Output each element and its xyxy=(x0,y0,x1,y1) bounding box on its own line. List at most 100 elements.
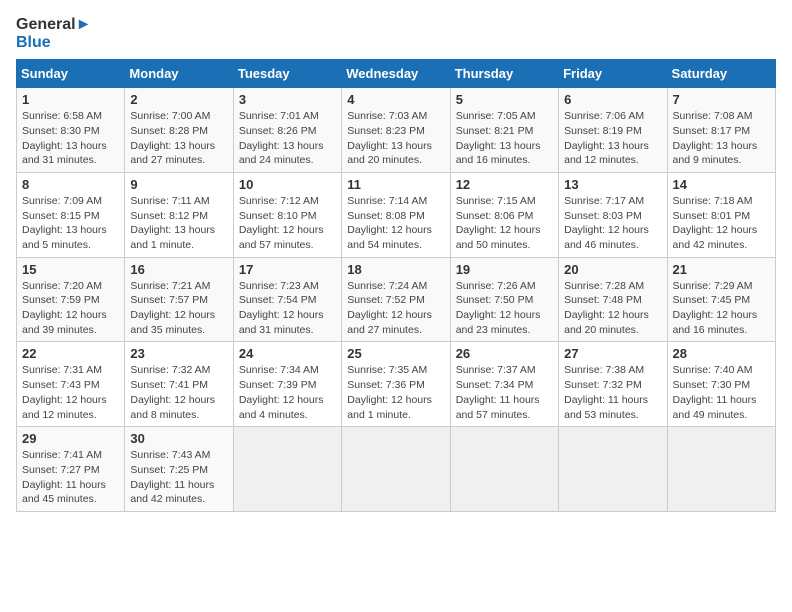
day-number: 26 xyxy=(456,346,553,361)
calendar-cell: 7 Sunrise: 7:08 AMSunset: 8:17 PMDaylight… xyxy=(667,88,775,173)
calendar-cell: 29 Sunrise: 7:41 AMSunset: 7:27 PMDayligh… xyxy=(17,427,125,512)
calendar-header-row: SundayMondayTuesdayWednesdayThursdayFrid… xyxy=(17,60,776,88)
day-number: 5 xyxy=(456,92,553,107)
day-info: Sunrise: 7:35 AMSunset: 7:36 PMDaylight:… xyxy=(347,363,444,422)
day-info: Sunrise: 7:15 AMSunset: 8:06 PMDaylight:… xyxy=(456,194,553,253)
calendar-cell: 8 Sunrise: 7:09 AMSunset: 8:15 PMDaylight… xyxy=(17,172,125,257)
calendar-cell: 26 Sunrise: 7:37 AMSunset: 7:34 PMDayligh… xyxy=(450,342,558,427)
header-monday: Monday xyxy=(125,60,233,88)
calendar-cell: 11 Sunrise: 7:14 AMSunset: 8:08 PMDayligh… xyxy=(342,172,450,257)
calendar-cell xyxy=(342,427,450,512)
day-info: Sunrise: 7:24 AMSunset: 7:52 PMDaylight:… xyxy=(347,279,444,338)
header-wednesday: Wednesday xyxy=(342,60,450,88)
day-number: 18 xyxy=(347,262,444,277)
calendar-cell: 21Sunrise: 7:29 AMSunset: 7:45 PMDayligh… xyxy=(667,257,775,342)
calendar-cell: 25 Sunrise: 7:35 AMSunset: 7:36 PMDayligh… xyxy=(342,342,450,427)
day-info: Sunrise: 7:08 AMSunset: 8:17 PMDaylight:… xyxy=(673,109,770,168)
calendar-cell: 9 Sunrise: 7:11 AMSunset: 8:12 PMDaylight… xyxy=(125,172,233,257)
day-info: Sunrise: 7:03 AMSunset: 8:23 PMDaylight:… xyxy=(347,109,444,168)
day-number: 1 xyxy=(22,92,119,107)
day-number: 2 xyxy=(130,92,227,107)
day-info: Sunrise: 7:20 AMSunset: 7:59 PMDaylight:… xyxy=(22,279,119,338)
calendar-cell: 17 Sunrise: 7:23 AMSunset: 7:54 PMDayligh… xyxy=(233,257,341,342)
day-number: 11 xyxy=(347,177,444,192)
day-info: Sunrise: 7:32 AMSunset: 7:41 PMDaylight:… xyxy=(130,363,227,422)
header-saturday: Saturday xyxy=(667,60,775,88)
page-header: General► Blue xyxy=(16,16,776,51)
day-number: 25 xyxy=(347,346,444,361)
day-number: 28 xyxy=(673,346,770,361)
day-info: Sunrise: 7:41 AMSunset: 7:27 PMDaylight:… xyxy=(22,448,119,507)
day-info: Sunrise: 7:06 AMSunset: 8:19 PMDaylight:… xyxy=(564,109,661,168)
calendar-cell: 15 Sunrise: 7:20 AMSunset: 7:59 PMDayligh… xyxy=(17,257,125,342)
calendar-cell: 4Sunrise: 7:03 AMSunset: 8:23 PMDaylight… xyxy=(342,88,450,173)
calendar-cell: 3 Sunrise: 7:01 AMSunset: 8:26 PMDaylight… xyxy=(233,88,341,173)
day-number: 24 xyxy=(239,346,336,361)
calendar-cell: 18 Sunrise: 7:24 AMSunset: 7:52 PMDayligh… xyxy=(342,257,450,342)
day-info: Sunrise: 7:11 AMSunset: 8:12 PMDaylight:… xyxy=(130,194,227,253)
calendar-cell: 23 Sunrise: 7:32 AMSunset: 7:41 PMDayligh… xyxy=(125,342,233,427)
day-number: 8 xyxy=(22,177,119,192)
day-info: Sunrise: 6:58 AMSunset: 8:30 PMDaylight:… xyxy=(22,109,119,168)
day-number: 9 xyxy=(130,177,227,192)
calendar-cell: 1 Sunrise: 6:58 AMSunset: 8:30 PMDaylight… xyxy=(17,88,125,173)
calendar-cell: 12 Sunrise: 7:15 AMSunset: 8:06 PMDayligh… xyxy=(450,172,558,257)
calendar-cell: 20 Sunrise: 7:28 AMSunset: 7:48 PMDayligh… xyxy=(559,257,667,342)
calendar-cell: 6 Sunrise: 7:06 AMSunset: 8:19 PMDaylight… xyxy=(559,88,667,173)
day-number: 15 xyxy=(22,262,119,277)
day-info: Sunrise: 7:31 AMSunset: 7:43 PMDaylight:… xyxy=(22,363,119,422)
day-number: 17 xyxy=(239,262,336,277)
calendar-cell: 22 Sunrise: 7:31 AMSunset: 7:43 PMDayligh… xyxy=(17,342,125,427)
calendar-cell xyxy=(559,427,667,512)
header-friday: Friday xyxy=(559,60,667,88)
week-row-3: 15 Sunrise: 7:20 AMSunset: 7:59 PMDayligh… xyxy=(17,257,776,342)
calendar-cell xyxy=(450,427,558,512)
day-number: 3 xyxy=(239,92,336,107)
logo: General► Blue xyxy=(16,16,91,51)
day-info: Sunrise: 7:17 AMSunset: 8:03 PMDaylight:… xyxy=(564,194,661,253)
calendar-cell: 24 Sunrise: 7:34 AMSunset: 7:39 PMDayligh… xyxy=(233,342,341,427)
calendar-cell: 19Sunrise: 7:26 AMSunset: 7:50 PMDayligh… xyxy=(450,257,558,342)
day-number: 22 xyxy=(22,346,119,361)
day-number: 29 xyxy=(22,431,119,446)
day-number: 30 xyxy=(130,431,227,446)
calendar-table: SundayMondayTuesdayWednesdayThursdayFrid… xyxy=(16,59,776,512)
day-number: 14 xyxy=(673,177,770,192)
calendar-cell: 14 Sunrise: 7:18 AMSunset: 8:01 PMDayligh… xyxy=(667,172,775,257)
day-info: Sunrise: 7:12 AMSunset: 8:10 PMDaylight:… xyxy=(239,194,336,253)
week-row-1: 1 Sunrise: 6:58 AMSunset: 8:30 PMDaylight… xyxy=(17,88,776,173)
day-number: 23 xyxy=(130,346,227,361)
header-sunday: Sunday xyxy=(17,60,125,88)
day-info: Sunrise: 7:21 AMSunset: 7:57 PMDaylight:… xyxy=(130,279,227,338)
day-info: Sunrise: 7:14 AMSunset: 8:08 PMDaylight:… xyxy=(347,194,444,253)
day-info: Sunrise: 7:05 AMSunset: 8:21 PMDaylight:… xyxy=(456,109,553,168)
day-info: Sunrise: 7:37 AMSunset: 7:34 PMDaylight:… xyxy=(456,363,553,422)
day-info: Sunrise: 7:09 AMSunset: 8:15 PMDaylight:… xyxy=(22,194,119,253)
day-info: Sunrise: 7:43 AMSunset: 7:25 PMDaylight:… xyxy=(130,448,227,507)
day-number: 13 xyxy=(564,177,661,192)
day-info: Sunrise: 7:29 AMSunset: 7:45 PMDaylight:… xyxy=(673,279,770,338)
calendar-cell: 5 Sunrise: 7:05 AMSunset: 8:21 PMDaylight… xyxy=(450,88,558,173)
header-tuesday: Tuesday xyxy=(233,60,341,88)
day-info: Sunrise: 7:01 AMSunset: 8:26 PMDaylight:… xyxy=(239,109,336,168)
calendar-cell: 16 Sunrise: 7:21 AMSunset: 7:57 PMDayligh… xyxy=(125,257,233,342)
day-info: Sunrise: 7:40 AMSunset: 7:30 PMDaylight:… xyxy=(673,363,770,422)
day-number: 19 xyxy=(456,262,553,277)
calendar-cell: 2 Sunrise: 7:00 AMSunset: 8:28 PMDaylight… xyxy=(125,88,233,173)
day-info: Sunrise: 7:18 AMSunset: 8:01 PMDaylight:… xyxy=(673,194,770,253)
day-number: 6 xyxy=(564,92,661,107)
day-number: 20 xyxy=(564,262,661,277)
day-number: 10 xyxy=(239,177,336,192)
calendar-cell xyxy=(233,427,341,512)
day-info: Sunrise: 7:38 AMSunset: 7:32 PMDaylight:… xyxy=(564,363,661,422)
day-info: Sunrise: 7:00 AMSunset: 8:28 PMDaylight:… xyxy=(130,109,227,168)
day-info: Sunrise: 7:23 AMSunset: 7:54 PMDaylight:… xyxy=(239,279,336,338)
day-number: 7 xyxy=(673,92,770,107)
day-info: Sunrise: 7:28 AMSunset: 7:48 PMDaylight:… xyxy=(564,279,661,338)
day-number: 16 xyxy=(130,262,227,277)
day-info: Sunrise: 7:34 AMSunset: 7:39 PMDaylight:… xyxy=(239,363,336,422)
calendar-cell: 27Sunrise: 7:38 AMSunset: 7:32 PMDayligh… xyxy=(559,342,667,427)
calendar-cell xyxy=(667,427,775,512)
day-number: 12 xyxy=(456,177,553,192)
calendar-cell: 13 Sunrise: 7:17 AMSunset: 8:03 PMDayligh… xyxy=(559,172,667,257)
